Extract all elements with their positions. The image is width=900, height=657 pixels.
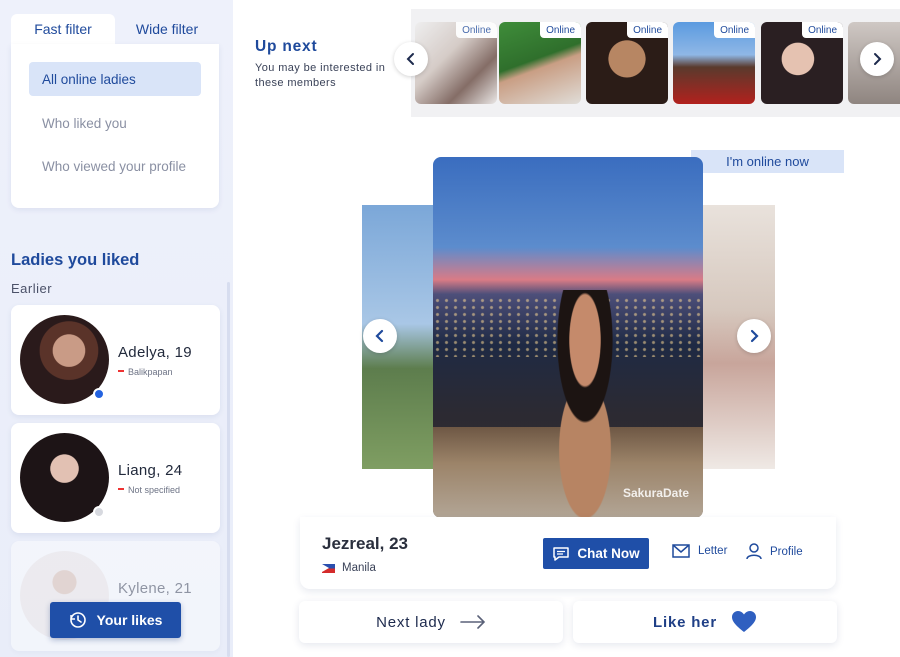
like-her-label: Like her	[653, 613, 717, 631]
flag-icon	[118, 488, 124, 492]
letter-label: Letter	[698, 545, 728, 557]
profile-label: Profile	[770, 545, 803, 558]
online-badge: Online	[627, 22, 668, 38]
chevron-left-icon	[375, 329, 384, 343]
online-badge: Online	[714, 22, 755, 38]
letter-button[interactable]: Letter	[672, 544, 727, 558]
next-lady-label: Next lady	[376, 613, 446, 631]
heart-icon	[731, 611, 756, 632]
profile-info-card: Jezreal, 23 Manila Chat Now Letter Profi…	[300, 517, 836, 589]
offline-status-dot	[93, 506, 105, 518]
online-badge: Online	[802, 22, 843, 38]
tab-wide-filter[interactable]: Wide filter	[115, 14, 219, 44]
photo-prev-button[interactable]	[363, 319, 397, 353]
avatar	[20, 433, 109, 522]
chevron-left-icon	[406, 53, 414, 65]
profile-city-text: Manila	[342, 562, 376, 574]
your-likes-label: Your likes	[96, 612, 163, 628]
liked-section-title: Ladies you liked	[11, 251, 140, 269]
user-icon	[746, 543, 762, 560]
filter-who-viewed[interactable]: Who viewed your profile	[29, 149, 201, 183]
filter-all-online[interactable]: All online ladies	[29, 62, 201, 96]
filter-who-liked-you[interactable]: Who liked you	[29, 106, 201, 140]
chevron-right-icon	[750, 329, 759, 343]
avatar	[20, 315, 109, 404]
upnext-prev-button[interactable]	[394, 42, 428, 76]
lady-name: Adelya, 19	[118, 344, 192, 361]
flag-icon	[118, 370, 124, 374]
online-badge: Online	[540, 22, 581, 38]
upnext-subtitle: You may be interested in these members	[255, 62, 386, 89]
profile-location: Manila	[322, 562, 376, 574]
upnext-thumb[interactable]: Online	[673, 22, 755, 104]
online-now-label: I'm online now	[691, 150, 844, 173]
envelope-icon	[672, 544, 690, 558]
filter-panel: All online ladies Who liked you Who view…	[11, 44, 219, 208]
lady-location: Balikpapan	[118, 367, 173, 377]
chat-now-button[interactable]: Chat Now	[543, 538, 649, 569]
lady-location-text: Not specified	[128, 485, 181, 495]
chat-now-label: Chat Now	[577, 546, 640, 561]
lady-location: Not specified	[118, 485, 180, 495]
upnext-thumb[interactable]: Online	[586, 22, 668, 104]
profile-name: Jezreal, 23	[322, 534, 409, 553]
chevron-right-icon	[874, 53, 882, 65]
liked-section-subtitle: Earlier	[11, 281, 53, 296]
upnext-thumb[interactable]: Online	[761, 22, 843, 104]
photo-next-button[interactable]	[737, 319, 771, 353]
next-lady-button[interactable]: Next lady	[299, 601, 563, 643]
philippines-flag-icon	[322, 563, 335, 573]
upnext-next-button[interactable]	[860, 42, 894, 76]
lady-name: Kylene, 21	[118, 580, 192, 597]
liked-lady-card[interactable]: Adelya, 19 Balikpapan	[11, 305, 220, 415]
sidebar-scrollbar[interactable]	[227, 282, 230, 657]
upnext-strip: Online Online Online Online Online	[411, 9, 900, 117]
history-icon	[69, 612, 86, 628]
profile-main-photo[interactable]: SakuraDate	[433, 157, 703, 518]
liked-lady-card[interactable]: Liang, 24 Not specified	[11, 423, 220, 533]
watermark-logo: SakuraDate	[622, 486, 689, 500]
lady-name: Liang, 24	[118, 462, 183, 479]
upnext-thumb[interactable]: Online	[499, 22, 581, 104]
profile-button[interactable]: Profile	[746, 543, 803, 560]
lady-location-text: Balikpapan	[128, 367, 173, 377]
chat-icon	[553, 546, 570, 561]
sidebar: Fast filter Wide filter All online ladie…	[0, 0, 233, 657]
online-badge: Online	[456, 22, 497, 38]
like-her-button[interactable]: Like her	[573, 601, 837, 643]
arrow-right-icon	[460, 615, 485, 629]
online-status-dot	[93, 388, 105, 400]
filter-tabs: Fast filter Wide filter	[11, 14, 219, 44]
upnext-title: Up next	[255, 38, 318, 55]
tab-fast-filter[interactable]: Fast filter	[11, 14, 115, 44]
your-likes-button[interactable]: Your likes	[50, 602, 181, 638]
